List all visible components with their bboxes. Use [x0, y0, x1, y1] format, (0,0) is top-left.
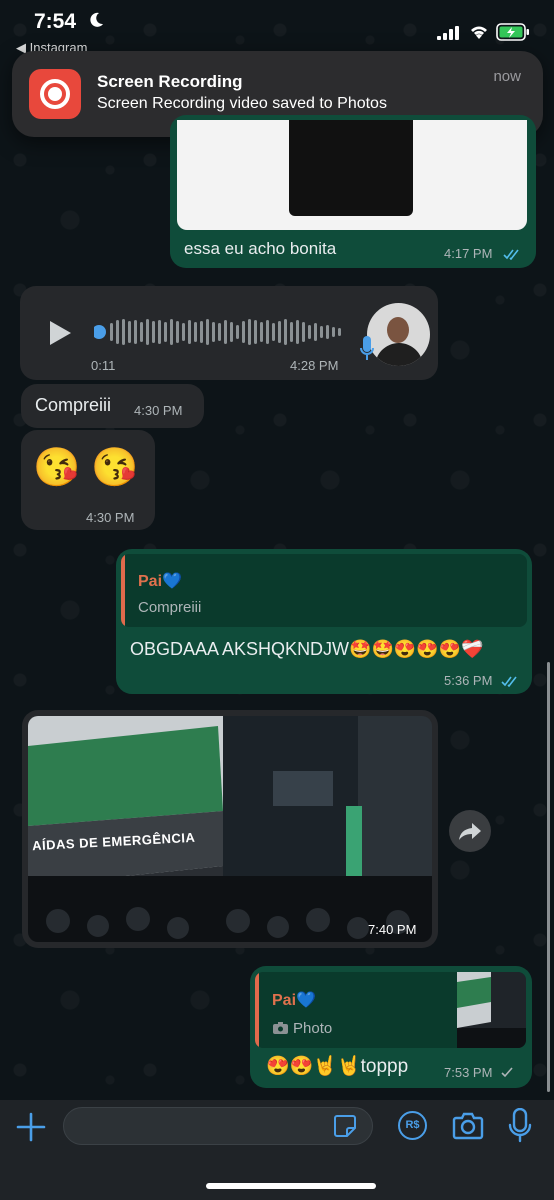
message-time: 4:30 PM [134, 403, 183, 418]
message-time: 4:17 PM [444, 246, 493, 261]
moon-icon [90, 12, 103, 27]
double-check-icon [503, 249, 519, 260]
mic-icon[interactable] [508, 1108, 532, 1144]
wifi-icon [471, 26, 487, 39]
message-incoming-text[interactable]: Compreiii 4:30 PM [21, 384, 204, 428]
voice-waveform[interactable] [94, 317, 344, 347]
message-text: OBGDAAA AKSHQKNDJW🤩🤩😍😍😍❤️‍🩹 [130, 639, 484, 659]
reply-thumbnail [457, 972, 526, 1048]
message-incoming-emoji[interactable]: 😘 😘 4:30 PM [21, 430, 155, 530]
screen-record-icon [29, 69, 81, 119]
notification-body: Screen Recording video saved to Photos [97, 95, 387, 112]
quote-author: Pai💙 [272, 992, 316, 1009]
message-outgoing-reply-photo[interactable]: Pai💙 Photo 😍😍🤘🤘toppp 7:53 PM [250, 966, 532, 1088]
message-outgoing-reply[interactable]: Pai💙 Compreiii OBGDAAA AKSHQKNDJW🤩🤩😍😍😍❤️… [116, 549, 532, 694]
concert-image [28, 716, 432, 942]
quote-text: Compreiii [138, 599, 202, 616]
voice-duration: 0:11 [91, 358, 116, 373]
message-text: Compreiii [35, 395, 112, 415]
sticker-icon[interactable] [333, 1114, 357, 1138]
message-time: 7:40 PM [368, 922, 417, 937]
message-time: 5:36 PM [444, 673, 493, 688]
notification-title: Screen Recording [97, 72, 243, 91]
single-check-icon [501, 1067, 513, 1078]
quoted-message[interactable]: Pai💙 Compreiii [121, 554, 527, 627]
avatar[interactable] [367, 303, 430, 366]
camera-icon[interactable] [452, 1112, 484, 1140]
camera-small-icon [273, 1022, 288, 1034]
battery-charging-icon [496, 23, 529, 41]
mic-icon [360, 336, 374, 360]
status-bar: 7:54 ◀ Instagram [0, 0, 554, 55]
message-input-bar: R$ [0, 1100, 554, 1200]
message-outgoing-image[interactable]: essa eu acho bonita 4:17 PM [170, 115, 536, 268]
notification-time: now [493, 68, 521, 85]
scrollbar[interactable] [547, 662, 550, 1092]
message-time: 7:53 PM [444, 1065, 493, 1080]
message-time: 4:30 PM [86, 510, 135, 525]
kiss-emoji: 😘 [91, 447, 139, 489]
status-time: 7:54 [34, 10, 77, 33]
forward-button[interactable] [449, 810, 491, 852]
home-indicator[interactable] [206, 1183, 376, 1189]
message-input[interactable] [63, 1107, 373, 1145]
attach-plus-icon[interactable] [16, 1112, 46, 1142]
quote-text: Photo [293, 1020, 333, 1037]
shirt-photo[interactable] [177, 120, 527, 230]
quote-author: Pai💙 [138, 573, 182, 590]
kiss-emoji: 😘 [33, 447, 81, 489]
forward-icon [459, 823, 481, 840]
concert-photo[interactable]: AÍDAS DE EMERGÊNCIA [28, 716, 432, 942]
signal-icon [437, 26, 459, 40]
message-incoming-voice[interactable]: 0:11 4:28 PM [20, 286, 438, 380]
message-time: 4:28 PM [290, 358, 339, 373]
message-incoming-photo[interactable]: AÍDAS DE EMERGÊNCIA 7:40 PM [22, 710, 438, 948]
shirt-image [289, 120, 413, 216]
play-icon[interactable] [48, 320, 72, 346]
message-text: 😍😍🤘🤘toppp [266, 1056, 409, 1077]
payment-button[interactable]: R$ [398, 1111, 427, 1140]
double-check-icon [501, 676, 517, 687]
message-text: essa eu acho bonita [184, 239, 337, 258]
